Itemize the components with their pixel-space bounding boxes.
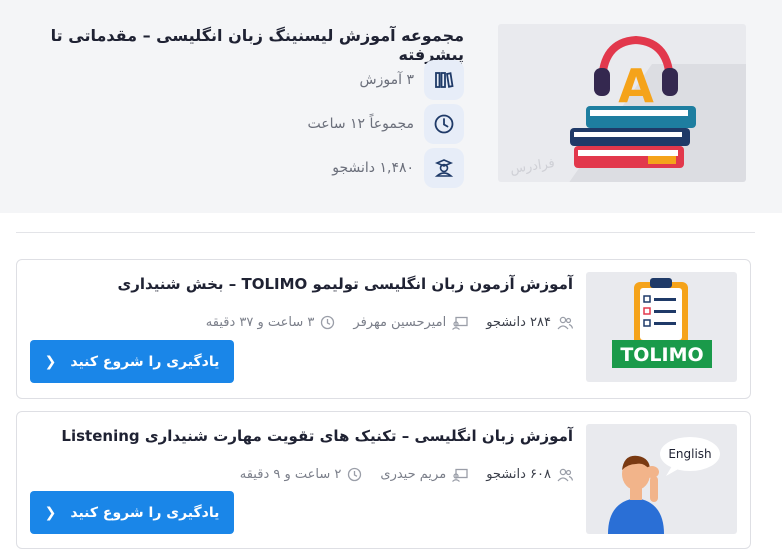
clock-icon — [348, 467, 362, 482]
stat-duration-text: مجموعاً ۱۲ ساعت — [307, 116, 414, 132]
clock-icon — [321, 315, 335, 330]
course-students-text: ۶۰۸ دانشجو — [486, 467, 551, 482]
thumb-label: English — [668, 447, 711, 461]
teacher-icon — [452, 316, 468, 330]
chevron-left-icon: ❮ — [44, 504, 57, 521]
course-duration: ۲ ساعت و ۹ دقیقه — [240, 467, 363, 482]
collection-hero-image: فرادرس A — [498, 24, 746, 182]
graduate-icon — [424, 148, 464, 188]
course-students: ۶۰۸ دانشجو — [486, 467, 573, 482]
headphones-books-icon: A — [570, 35, 696, 168]
course-duration-text: ۳ ساعت و ۳۷ دقیقه — [205, 315, 315, 330]
course-instructor-text: امیرحسین مهرفر — [353, 315, 447, 330]
course-instructor[interactable]: مریم حیدری — [380, 467, 468, 482]
collection-title: مجموعه آموزش لیسنینگ زبان انگلیسی – مقدم… — [50, 26, 464, 64]
course-meta: ۲۸۴ دانشجو امیرحسین مهرفر ۳ ساعت و ۳۷ دق… — [206, 315, 573, 330]
start-learning-button[interactable]: یادگیری را شروع کنید ❮ — [30, 491, 234, 534]
course-duration-text: ۲ ساعت و ۹ دقیقه — [239, 467, 342, 482]
stat-courses-text: ۳ آموزش — [359, 72, 414, 88]
start-learning-label: یادگیری را شروع کنید — [70, 504, 220, 521]
collection-header: فرادرس A مجموعه آموزش لیسنینگ زبان انگلی… — [0, 0, 782, 213]
course-card[interactable]: English آموزش زبان انگلیسی – تکنیک های ت… — [16, 411, 751, 549]
course-thumbnail[interactable]: TOLIMO — [586, 272, 737, 382]
course-students-text: ۲۸۴ دانشجو — [486, 315, 551, 330]
course-duration: ۳ ساعت و ۳۷ دقیقه — [206, 315, 336, 330]
listening-person-icon: English — [608, 437, 720, 534]
thumb-label: TOLIMO — [620, 344, 703, 366]
course-meta: ۶۰۸ دانشجو مریم حیدری ۲ ساعت و ۹ دقیقه — [240, 467, 573, 482]
stat-students: ۱,۴۸۰ دانشجو — [332, 148, 464, 188]
course-card[interactable]: TOLIMO آموزش آزمون زبان انگلیسی تولیمو T… — [16, 259, 751, 399]
course-thumbnail[interactable]: English — [586, 424, 737, 534]
course-title[interactable]: آموزش آزمون زبان انگلیسی تولیمو TOLIMO –… — [43, 275, 574, 293]
svg-text:A: A — [618, 59, 654, 113]
checklist-icon: TOLIMO — [612, 278, 712, 368]
course-title[interactable]: آموزش زبان انگلیسی – تکنیک های تقویت مها… — [43, 427, 573, 445]
stat-duration: مجموعاً ۱۲ ساعت — [307, 104, 464, 144]
books-icon — [424, 60, 464, 100]
users-icon — [557, 316, 573, 329]
clock-icon — [424, 104, 464, 144]
start-learning-label: یادگیری را شروع کنید — [70, 353, 220, 370]
users-icon — [557, 468, 573, 481]
teacher-icon — [452, 468, 468, 482]
course-instructor-text: مریم حیدری — [380, 467, 447, 482]
section-divider — [16, 232, 755, 233]
stat-students-text: ۱,۴۸۰ دانشجو — [332, 160, 414, 176]
start-learning-button[interactable]: یادگیری را شروع کنید ❮ — [30, 340, 234, 383]
course-students: ۲۸۴ دانشجو — [486, 315, 573, 330]
stat-courses: ۳ آموزش — [360, 60, 464, 100]
course-instructor[interactable]: امیرحسین مهرفر — [353, 315, 468, 330]
chevron-left-icon: ❮ — [44, 353, 57, 370]
